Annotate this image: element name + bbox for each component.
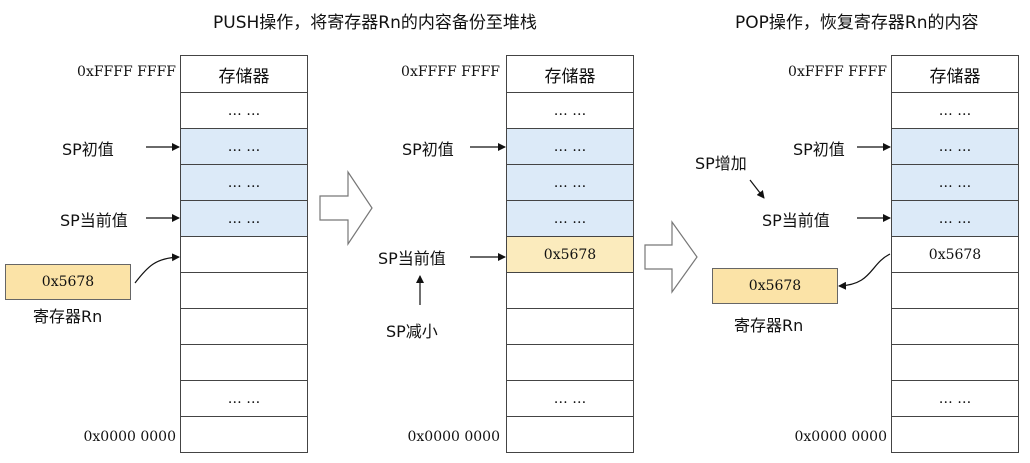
pop-curve-arrow xyxy=(838,253,891,290)
hollow-arrow-1 xyxy=(319,170,373,246)
arrows-overlay xyxy=(134,143,891,305)
hollow-arrow-2 xyxy=(644,220,698,294)
sp-increase-arrow xyxy=(749,179,765,199)
push-curve-arrow xyxy=(134,253,180,284)
